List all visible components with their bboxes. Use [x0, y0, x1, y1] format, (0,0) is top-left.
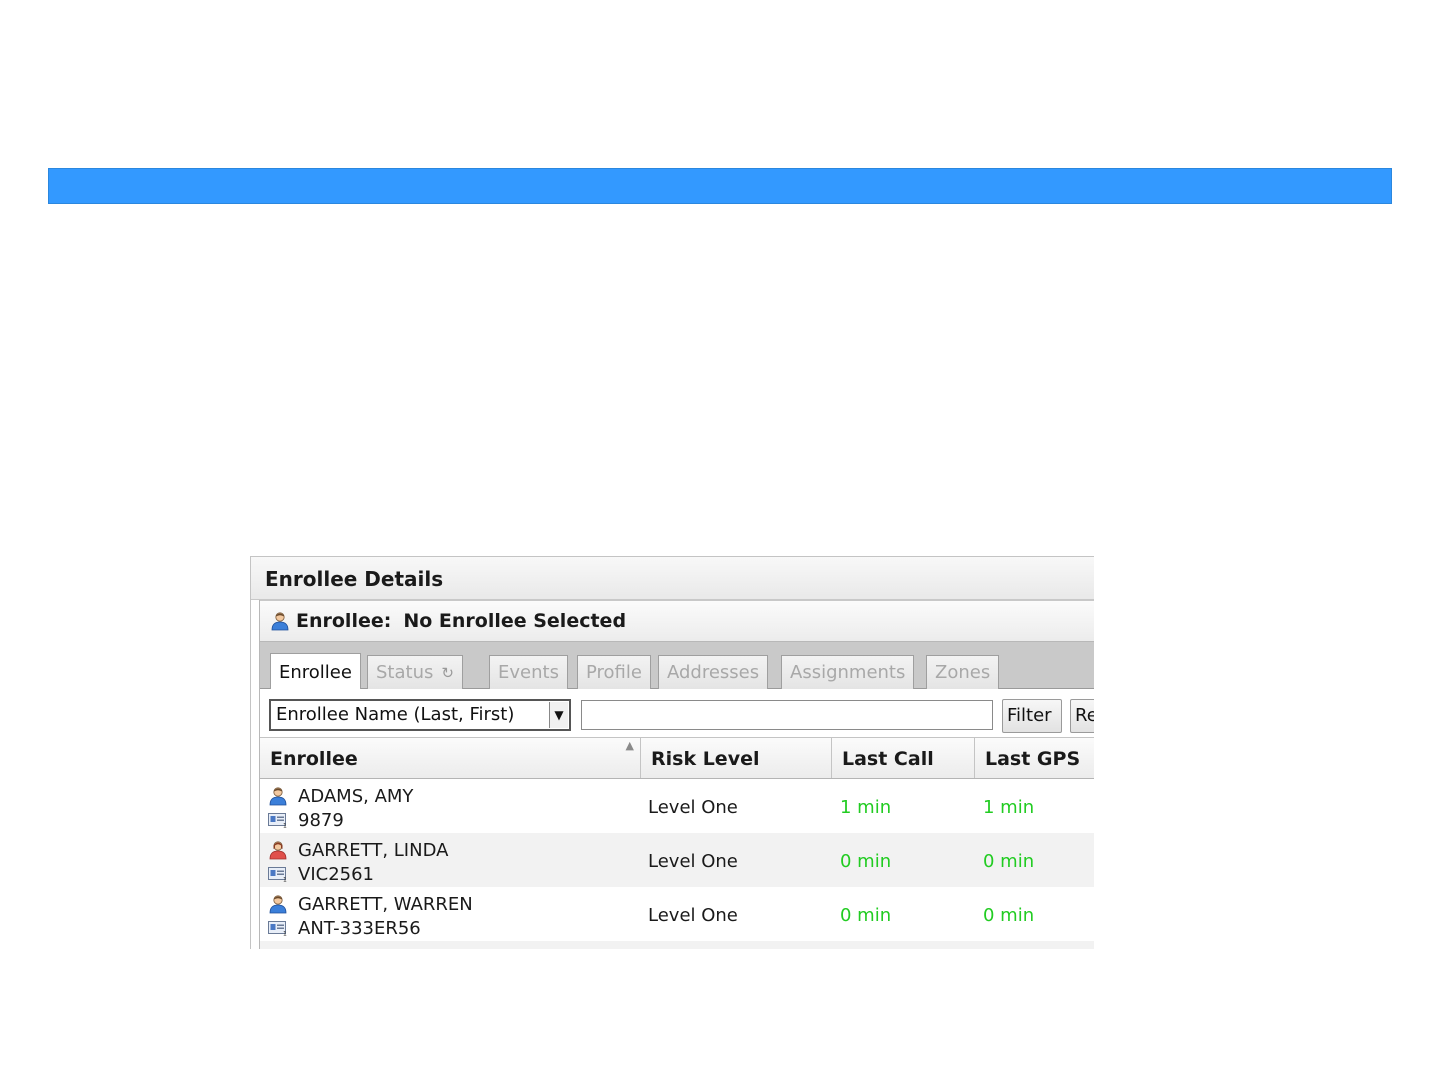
- id-card-icon: 1: [268, 921, 287, 937]
- selected-enrollee-value: No Enrollee Selected: [403, 610, 627, 632]
- tab-zones[interactable]: Zones: [926, 655, 1000, 689]
- last-gps: 0 min: [983, 851, 1035, 872]
- id-card-icon: 1: [268, 813, 287, 829]
- male-person-icon: [269, 895, 287, 914]
- enrollee-id: VIC2561: [298, 863, 374, 885]
- tab-profile-label: Profile: [586, 662, 642, 683]
- enrollee-id: ANT-333ER56: [298, 917, 421, 939]
- tab-status-label: Status: [376, 662, 434, 683]
- column-header-risk-level[interactable]: Risk Level: [641, 738, 832, 778]
- tab-enrollee[interactable]: Enrollee: [270, 653, 361, 689]
- risk-level: Level One: [648, 797, 738, 818]
- enrollee-id-line: 1 9879: [268, 809, 344, 831]
- filter-bar: Enrollee Name (Last, First) ▼ Filter Re: [260, 689, 1094, 737]
- chevron-down-icon[interactable]: ▼: [549, 702, 568, 728]
- enrollee-panel-body: Enrollee: No Enrollee Selected Enrollee …: [259, 600, 1094, 949]
- enrollee-name: ADAMS, AMY: [298, 785, 414, 807]
- table-row[interactable]: GARRETT, WARREN 1 ANT-333ER56 Level One …: [260, 887, 1094, 941]
- column-enrollee-label: Enrollee: [270, 748, 358, 770]
- enrollee-name: GARRETT, WARREN: [298, 893, 473, 915]
- tab-addresses-label: Addresses: [667, 662, 760, 683]
- enrollee-id: 9879: [298, 809, 344, 831]
- tab-enrollee-label: Enrollee: [279, 662, 352, 683]
- tab-addresses[interactable]: Addresses: [658, 655, 769, 689]
- enrollee-id-line: 1 ANT-333ER56: [268, 917, 421, 939]
- filter-field-selected-value: Enrollee Name (Last, First): [276, 704, 515, 725]
- person-icon: [271, 612, 289, 631]
- filter-button[interactable]: Filter: [1002, 699, 1062, 733]
- refresh-icon: ↻: [441, 664, 454, 682]
- id-card-icon: 1: [268, 867, 287, 883]
- table-row-partial[interactable]: [260, 941, 1094, 949]
- top-banner: [48, 168, 1392, 204]
- table-row[interactable]: ADAMS, AMY 1 9879 Level One 1 min 1 min: [260, 779, 1094, 833]
- enrollee-id-line: 1 VIC2561: [268, 863, 374, 885]
- male-person-icon: [269, 787, 287, 806]
- last-gps: 0 min: [983, 905, 1035, 926]
- tab-events-label: Events: [498, 662, 559, 683]
- filter-input[interactable]: [581, 700, 993, 730]
- panel-title: Enrollee Details: [251, 557, 1094, 600]
- enrollee-name: GARRETT, LINDA: [298, 839, 449, 861]
- enrollee-name-line: GARRETT, WARREN: [268, 893, 473, 915]
- reset-button[interactable]: Re: [1070, 699, 1094, 733]
- sort-ascending-icon: ▲: [625, 739, 634, 752]
- column-header-last-gps[interactable]: Last GPS: [975, 738, 1094, 778]
- last-call: 0 min: [840, 851, 892, 872]
- person-icon: [268, 948, 288, 949]
- enrollee-label: Enrollee:: [296, 610, 392, 632]
- female-person-icon: [269, 841, 287, 860]
- tab-status[interactable]: Status ↻: [367, 655, 463, 689]
- tab-profile[interactable]: Profile: [577, 655, 651, 689]
- last-call: 1 min: [840, 797, 892, 818]
- table-row[interactable]: GARRETT, LINDA 1 VIC2561 Level One 0 min…: [260, 833, 1094, 887]
- enrollee-name-line: ADAMS, AMY: [268, 785, 413, 807]
- svg-text:1: 1: [283, 877, 287, 883]
- enrollee-details-panel: Enrollee Details Enrollee: No Enrollee S…: [250, 556, 1094, 949]
- last-call: 0 min: [840, 905, 892, 926]
- filter-field-select[interactable]: Enrollee Name (Last, First) ▼: [269, 699, 571, 731]
- column-header-enrollee[interactable]: Enrollee ▲: [260, 738, 641, 778]
- svg-text:1: 1: [283, 931, 287, 937]
- enrollee-name-line: GARRETT, LINDA: [268, 839, 448, 861]
- tab-assignments-label: Assignments: [790, 662, 906, 683]
- svg-text:1: 1: [283, 823, 287, 829]
- risk-level: Level One: [648, 851, 738, 872]
- tab-assignments[interactable]: Assignments: [781, 655, 915, 689]
- table-header: Enrollee ▲ Risk Level Last Call Last GPS: [260, 737, 1094, 779]
- risk-level: Level One: [648, 905, 738, 926]
- tab-events[interactable]: Events: [489, 655, 568, 689]
- enrollee-header: Enrollee: No Enrollee Selected: [260, 600, 1094, 642]
- tab-bar: Enrollee Status ↻ Events Profile Addresse…: [260, 642, 1094, 689]
- enrollee-table-body: ADAMS, AMY 1 9879 Level One 1 min 1 min: [260, 779, 1094, 949]
- tab-zones-label: Zones: [935, 662, 991, 683]
- last-gps: 1 min: [983, 797, 1035, 818]
- enrollee-name-line: [268, 947, 288, 949]
- column-header-last-call[interactable]: Last Call: [832, 738, 975, 778]
